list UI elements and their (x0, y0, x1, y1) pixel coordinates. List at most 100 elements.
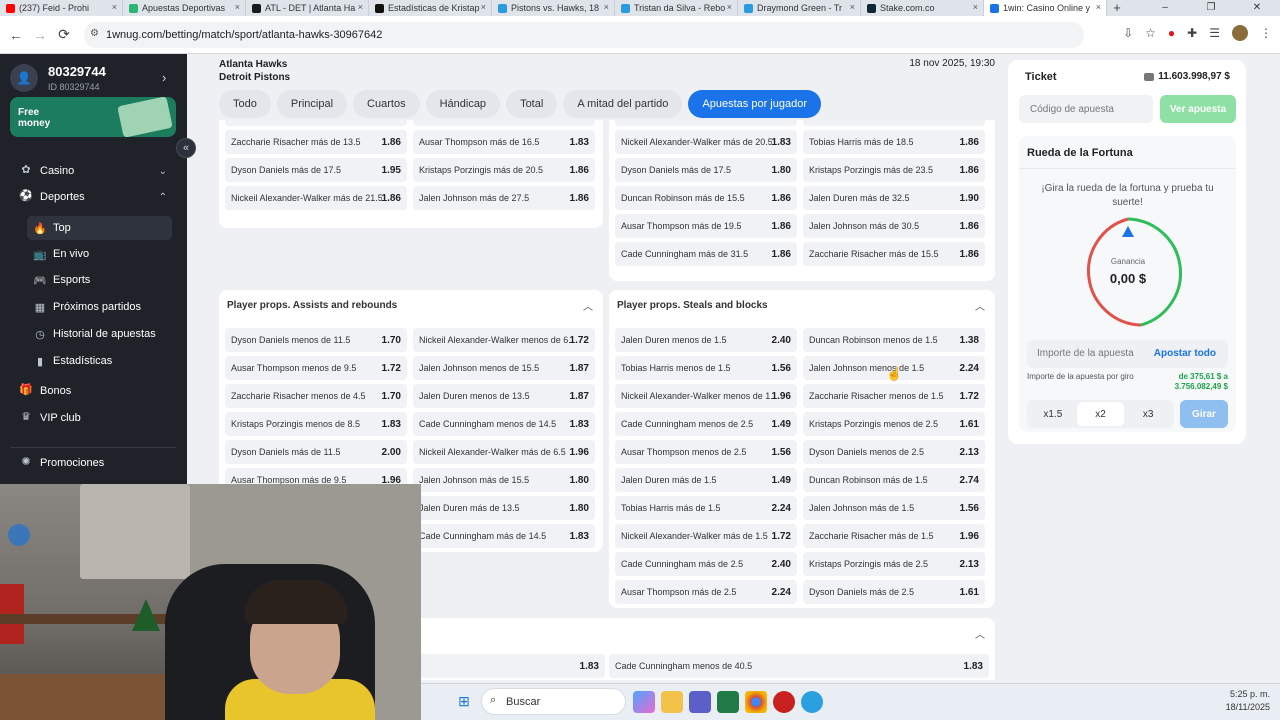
sidebar-item-bottom[interactable]: 🎁 Bonos (0, 378, 187, 404)
odd-button[interactable]: Dyson Daniels más de 17.5 1.80 (615, 158, 797, 182)
teams-icon[interactable] (689, 691, 711, 713)
odd-button[interactable]: Ausar Thompson menos de 9.5 1.72 (225, 356, 407, 380)
odd-button[interactable]: Kristaps Porzingis más de 23.5 1.86 (803, 158, 985, 182)
odd-button[interactable]: Cade Cunningham más de 37.51.90 (413, 120, 595, 126)
odd-button[interactable]: Jalen Johnson más de 30.5 1.86 (803, 214, 985, 238)
chevron-up-icon[interactable]: ︿ (583, 298, 593, 313)
close-window-icon[interactable]: ✕ (1234, 0, 1280, 16)
bet-code-input[interactable]: Código de apuesta (1019, 95, 1153, 123)
close-tab-icon[interactable]: × (727, 2, 732, 12)
forward-icon[interactable]: → (28, 27, 52, 43)
free-money-banner[interactable]: Free money (10, 97, 176, 137)
close-tab-icon[interactable]: × (481, 2, 486, 12)
odd-button[interactable]: Nickeil Alexander-Walker menos de 6.5 1.7… (413, 328, 595, 352)
view-bet-button[interactable]: Ver apuesta (1160, 95, 1236, 123)
odd-button[interactable]: Nickeil Alexander-Walker menos de 1.5 1.9… (615, 384, 797, 408)
sidebar-item-deportes[interactable]: ⚽ Deportes ⌃ (0, 184, 187, 210)
bookmark-star-icon[interactable]: ☆ (1145, 26, 1156, 40)
sidebar-item-casino[interactable]: ✿ Casino ⌄ (0, 158, 187, 184)
collapse-sidebar-button[interactable]: « (176, 138, 196, 158)
odd-button[interactable]: Tobias Harris menos de 1.5 1.56 (615, 356, 797, 380)
filter-chip[interactable]: Todo (219, 90, 271, 118)
odd-button[interactable]: Zaccharie Risacher más de 15.5 1.86 (803, 242, 985, 266)
odd-button[interactable]: Jalen Johnson más de 1.5 1.56 (803, 496, 985, 520)
odd-button[interactable]: Kristaps Porzingis menos de 8.5 1.83 (225, 412, 407, 436)
kebab-menu-icon[interactable]: ⋮ (1260, 26, 1272, 40)
odd-button[interactable]: Zaccharie Risacher menos de 1.5 1.72 (803, 384, 985, 408)
browser-tab[interactable]: Estadísticas de Kristap × (369, 0, 492, 16)
close-tab-icon[interactable]: × (1096, 2, 1101, 12)
taskbar-clock[interactable]: 5:25 p. m. 18/11/2025 (1226, 688, 1270, 714)
odd-button[interactable]: Duncan Robinson más de 15.5 1.86 (615, 186, 797, 210)
odd-button[interactable]: Ausar Thompson más de 19.5 1.86 (615, 214, 797, 238)
chevron-down-icon[interactable]: ⌄ (159, 166, 167, 177)
browser-tab[interactable]: (237) Feid - Prohi × (0, 0, 123, 16)
odd-button[interactable]: Cade Cunningham menos de 2.5 1.49 (615, 412, 797, 436)
odd-button[interactable]: Jalen Duren más de 1.5 1.49 (615, 468, 797, 492)
odd-button[interactable]: Cade Cunningham menos de 14.5 1.83 (413, 412, 595, 436)
browser-tab[interactable]: Pistons vs. Hawks, 18 × (492, 0, 615, 16)
filter-chip[interactable]: Hándicap (425, 90, 501, 118)
odd-button[interactable]: Ausar Thompson más de 2.5 2.24 (615, 580, 797, 604)
odd-button[interactable]: Zaccharie Risacher menos de 15.51.86 (803, 120, 985, 126)
filter-chip[interactable]: Apuestas por jugador (688, 90, 822, 118)
maximize-icon[interactable]: ❐ (1188, 0, 1234, 16)
sidebar-subitem[interactable]: 📺 En vivo (27, 242, 172, 266)
chevron-up-icon[interactable]: ⌃ (159, 192, 167, 203)
odd-button[interactable]: Ausar Thompson más de 16.5 1.83 (413, 130, 595, 154)
odd-button[interactable]: Cade Cunningham más de 2.5 2.40 (615, 552, 797, 576)
odd-button[interactable]: Dyson Daniels menos de 11.5 1.70 (225, 328, 407, 352)
odd-button[interactable]: Dyson Daniels más de 2.5 1.61 (803, 580, 985, 604)
browser-tab[interactable]: Draymond Green - Tr × (738, 0, 861, 16)
sidebar-subitem[interactable]: ▦ Próximos partidos (27, 295, 172, 319)
close-tab-icon[interactable]: × (112, 2, 117, 12)
sidebar-subitem[interactable]: ▮ Estadísticas (27, 349, 172, 373)
windows-start-icon[interactable]: ⊞ (455, 692, 473, 710)
file-explorer-icon[interactable] (661, 691, 683, 713)
browser-tab[interactable]: Apuestas Deportivas × (123, 0, 246, 16)
odd-button[interactable]: Tobias Harris más de 1.5 2.24 (615, 496, 797, 520)
multiplier-option[interactable]: x2 (1076, 402, 1125, 426)
close-tab-icon[interactable]: × (973, 2, 978, 12)
filter-chip[interactable]: Principal (276, 90, 348, 118)
odd-button[interactable]: Zaccharie Risacher menos de 4.5 1.70 (225, 384, 407, 408)
multiplier-option[interactable]: x1.5 (1029, 402, 1077, 426)
odd-button[interactable]: Zaccharie Risacher más de 1.5 1.96 (803, 524, 985, 548)
odd-button[interactable]: Kristaps Porzingis menos de 2.5 1.61 (803, 412, 985, 436)
odd-button[interactable]: Cade Cunningham más de 31.5 1.86 (615, 242, 797, 266)
odd-button[interactable]: Jalen Duren menos de 13.5 1.87 (413, 384, 595, 408)
odd-button[interactable]: Ausar Thompson menos de 2.5 1.56 (615, 440, 797, 464)
odd-button[interactable]: Jalen Duren más de 13.5 1.80 (413, 496, 595, 520)
filter-chip[interactable]: Cuartos (353, 90, 420, 118)
odd-button[interactable]: Nickeil Alexander-Walker más de 21.5 1.86 (225, 186, 407, 210)
site-info-icon[interactable]: ⚙ (90, 28, 99, 39)
taskbar-search[interactable]: ⌕ Buscar (481, 688, 626, 715)
close-tab-icon[interactable]: × (604, 2, 609, 12)
odd-button[interactable]: Cade Cunningham más de 14.5 1.83 (413, 524, 595, 548)
browser-tab[interactable]: ATL - DET | Atlanta Ha × (246, 0, 369, 16)
copilot-icon[interactable] (633, 691, 655, 713)
sidebar-subitem[interactable]: ◷ Historial de apuestas (27, 322, 172, 346)
address-bar[interactable]: ⚙ 1wnug.com/betting/match/sport/atlanta-… (84, 22, 1084, 48)
new-tab-icon[interactable]: + (1107, 0, 1127, 16)
extensions-icon[interactable]: ✚ (1187, 26, 1197, 40)
odd-button[interactable]: Zaccharie Risacher más de 13.5 1.86 (225, 130, 407, 154)
odd-button[interactable]: Jalen Johnson más de 15.5 1.80 (413, 468, 595, 492)
chevron-right-icon[interactable]: › (162, 70, 166, 85)
odd-button[interactable]: Jalen Duren más de 32.5 1.90 (803, 186, 985, 210)
odd-button[interactable]: Dyson Daniels más de 11.5 2.00 (225, 440, 407, 464)
minimize-icon[interactable]: – (1142, 0, 1188, 16)
excel-icon[interactable] (717, 691, 739, 713)
odd-button[interactable]: Kristaps Porzingis más de 2.5 2.13 (803, 552, 985, 576)
app-red-icon[interactable] (773, 691, 795, 713)
install-icon[interactable]: ⇩ (1123, 26, 1133, 40)
odd-button[interactable]: Duncan Robinson más de 1.5 2.74 (803, 468, 985, 492)
chevron-up-icon[interactable]: ︿ (975, 626, 985, 641)
bet-amount-input[interactable]: Importe de la apuesta (1037, 348, 1134, 359)
reload-icon[interactable]: ⟳ (52, 26, 76, 43)
spin-button[interactable]: Girar (1180, 400, 1228, 428)
close-tab-icon[interactable]: × (358, 2, 363, 12)
profile-avatar[interactable] (1232, 25, 1248, 41)
back-icon[interactable]: ← (4, 27, 28, 43)
odd-button[interactable]: Jalen Johnson más de 27.5 1.86 (413, 186, 595, 210)
